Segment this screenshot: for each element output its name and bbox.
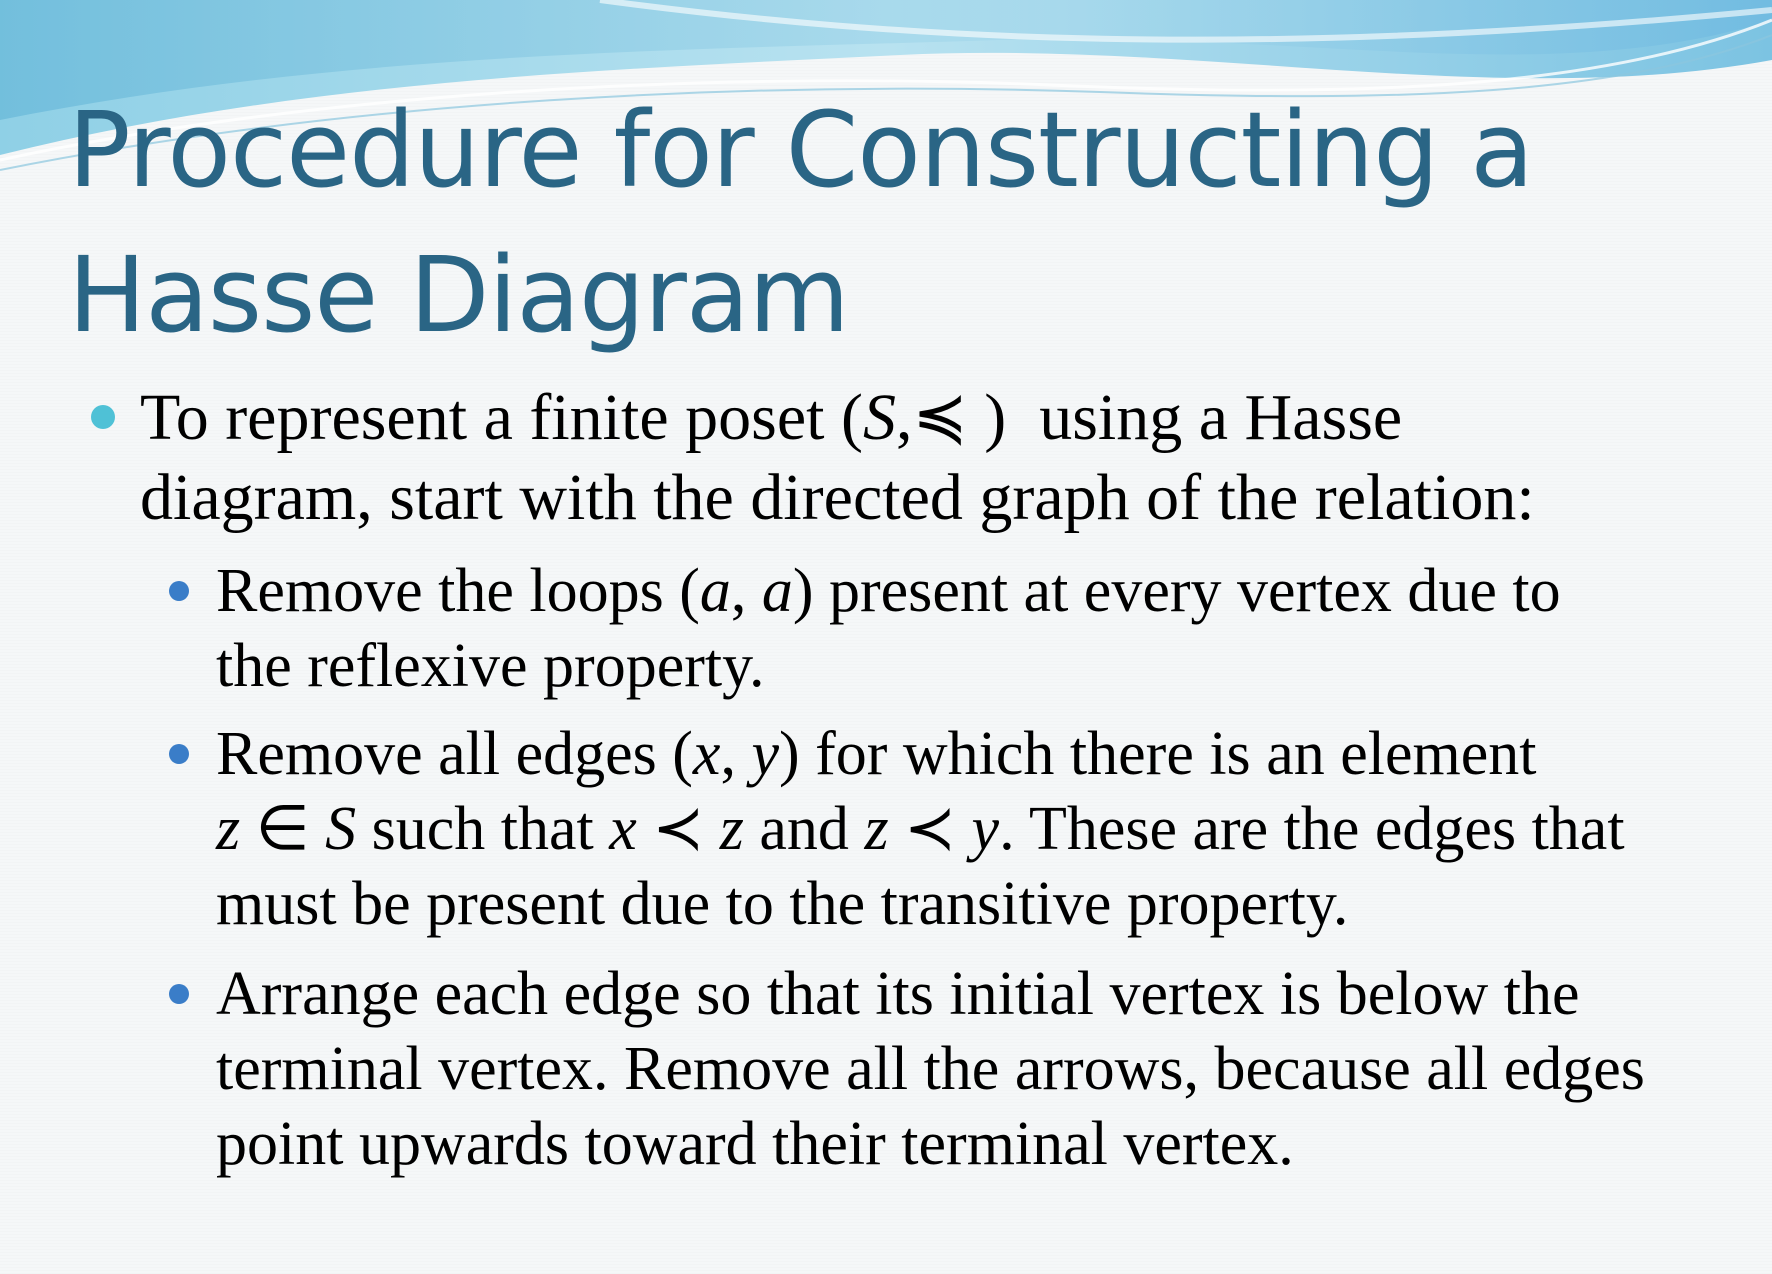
step-1-line-1: Remove the loops (a, a) present at every… xyxy=(216,557,1561,625)
bullet-level1 xyxy=(91,405,115,429)
step-2-line-3: must be present due to the transitive pr… xyxy=(216,870,1349,938)
intro-line-1: To represent a finite poset (S,≼ ) using… xyxy=(140,381,1403,454)
intro-line-2: diagram, start with the directed graph o… xyxy=(140,461,1535,534)
step-3-line-1: Arrange each edge so that its initial ve… xyxy=(216,960,1580,1028)
bullet-level2 xyxy=(169,984,189,1004)
bullet-level2 xyxy=(169,581,189,601)
step-2-line-2: z ∈ S such that x ≺ z and z ≺ y. These a… xyxy=(216,795,1625,863)
step-3-line-2: terminal vertex. Remove all the arrows, … xyxy=(216,1035,1645,1103)
step-2-line-1: Remove all edges (x, y) for which there … xyxy=(216,720,1537,788)
slide: Procedure for Constructing a Hasse Diagr… xyxy=(0,0,1772,1274)
slide-body: To represent a finite poset (S,≼ ) using… xyxy=(0,0,1772,1274)
bullet-level2 xyxy=(169,744,189,764)
step-3-line-3: point upwards toward their terminal vert… xyxy=(216,1110,1294,1178)
step-1-line-2: the reflexive property. xyxy=(216,632,765,700)
